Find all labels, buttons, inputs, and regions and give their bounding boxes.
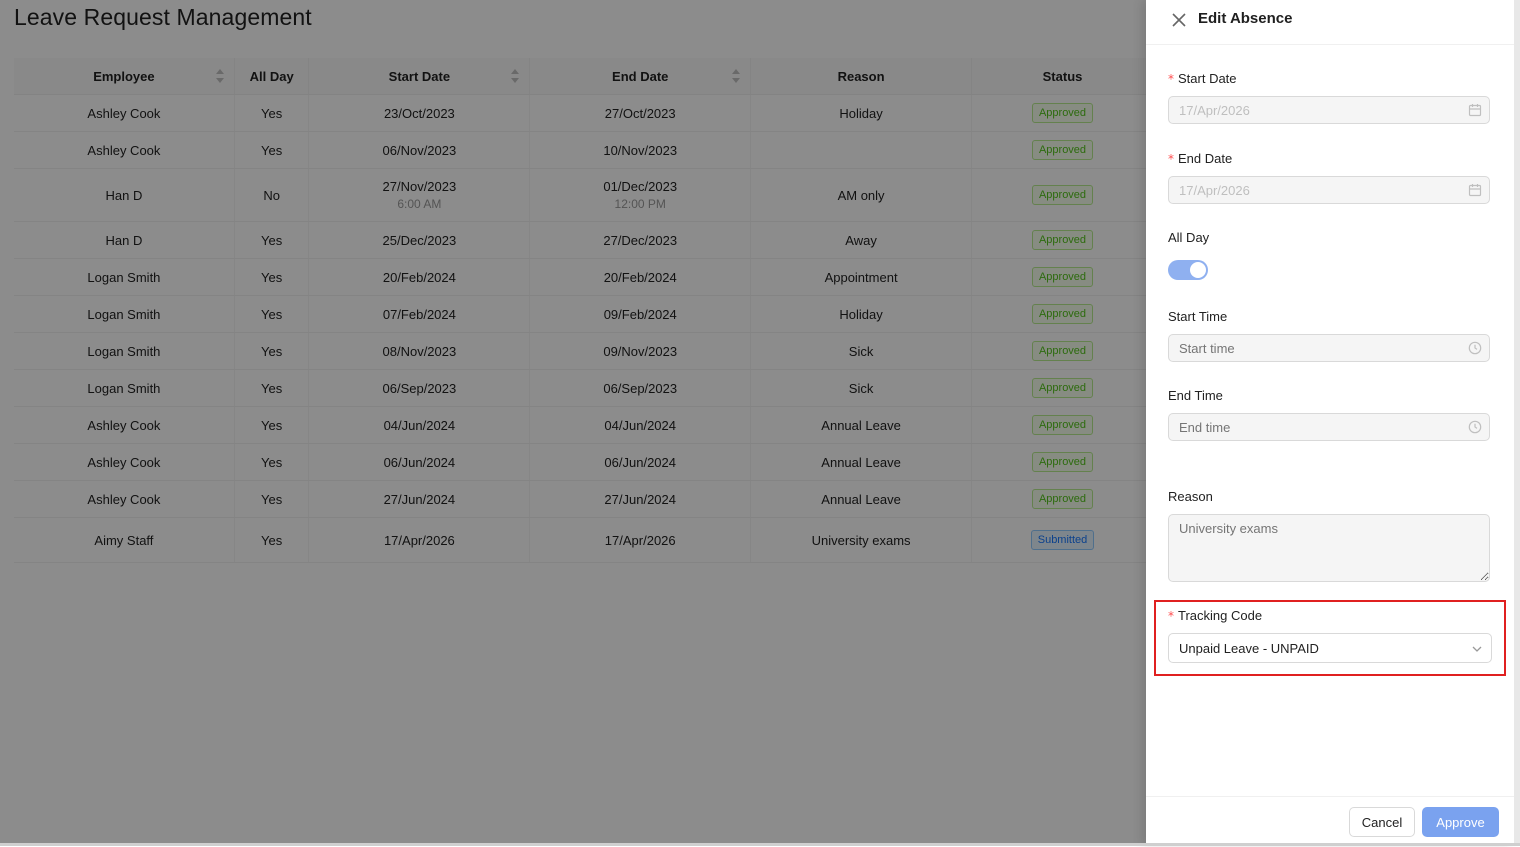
end-date-label: * End Date xyxy=(1168,151,1233,166)
drawer-overlay-mask[interactable] xyxy=(0,0,1146,846)
edit-absence-drawer: Edit Absence *Start Date *End Date All D… xyxy=(1146,0,1514,846)
tracking-code-select[interactable]: Unpaid Leave - UNPAID xyxy=(1168,633,1492,663)
required-mark: * xyxy=(1168,609,1174,623)
drawer-footer: Cancel Approve xyxy=(1146,796,1514,847)
drawer-header: Edit Absence xyxy=(1146,0,1514,45)
chevron-down-icon xyxy=(1471,642,1483,654)
calendar-icon xyxy=(1468,103,1482,117)
start-time-label: Start Time xyxy=(1168,309,1228,324)
tracking-code-value: Unpaid Leave - UNPAID xyxy=(1179,641,1319,656)
required-mark: * xyxy=(1168,152,1174,166)
reason-label: Reason xyxy=(1168,489,1213,504)
all-day-label: All Day xyxy=(1168,230,1210,245)
start-date-label: * Start Date xyxy=(1168,71,1237,86)
reason-textarea[interactable] xyxy=(1168,514,1490,582)
end-time-input[interactable] xyxy=(1168,413,1490,441)
drawer-title: Edit Absence xyxy=(1198,10,1293,27)
drawer-edge xyxy=(1514,0,1520,846)
approve-button[interactable]: Approve xyxy=(1422,807,1499,837)
cancel-button[interactable]: Cancel xyxy=(1349,807,1415,837)
required-mark: * xyxy=(1168,72,1174,86)
calendar-icon xyxy=(1468,183,1482,197)
clock-icon xyxy=(1468,420,1482,434)
close-icon[interactable] xyxy=(1170,11,1188,29)
all-day-toggle[interactable] xyxy=(1168,260,1208,280)
end-time-label: End Time xyxy=(1168,388,1223,403)
toggle-knob xyxy=(1190,262,1206,278)
tracking-code-label: * Tracking Code xyxy=(1168,608,1263,623)
start-time-input[interactable] xyxy=(1168,334,1490,362)
end-date-input[interactable] xyxy=(1168,176,1490,204)
clock-icon xyxy=(1468,341,1482,355)
start-date-input[interactable] xyxy=(1168,96,1490,124)
